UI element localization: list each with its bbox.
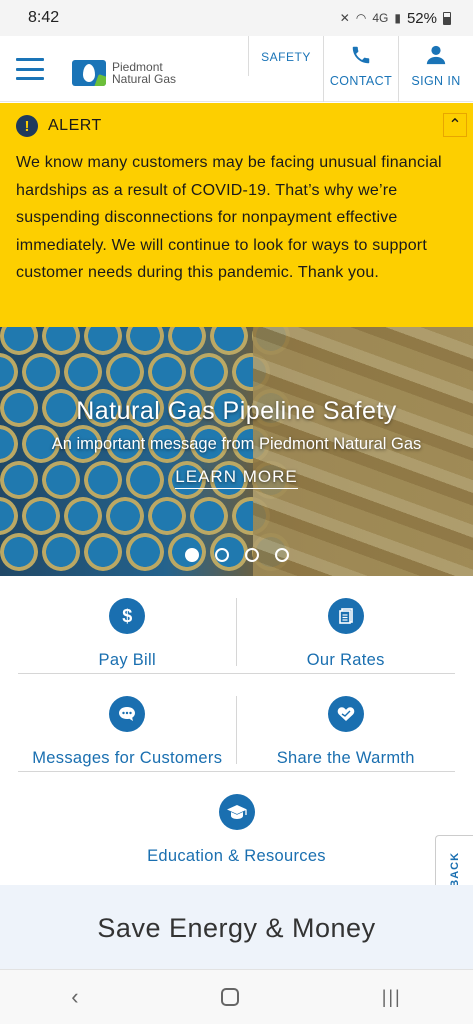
quick-link-label: Pay Bill — [98, 651, 156, 669]
collapse-alert-button[interactable]: ⌃ — [443, 113, 467, 137]
pay-bill-link[interactable]: $ Pay Bill — [18, 576, 237, 673]
back-icon[interactable]: ‹ — [71, 984, 78, 1010]
alert-title: ALERT — [48, 117, 102, 134]
network-label: 4G — [372, 11, 389, 25]
covid-alert-banner: ! ALERT ⌃ We know many customers may be … — [0, 103, 473, 327]
status-bar: 8:42 ✕ ◠ 4G ▮ 52% — [0, 0, 473, 36]
carousel-dot-4[interactable] — [274, 548, 289, 562]
battery-icon — [443, 11, 451, 25]
chevron-up-icon: ⌃ — [448, 117, 462, 134]
quick-link-label: Our Rates — [306, 651, 385, 669]
heart-hands-icon — [327, 696, 364, 732]
save-energy-section: Save Energy & Money — [0, 885, 473, 969]
carousel-dots — [0, 548, 473, 562]
logo-mark-icon — [72, 60, 106, 86]
menu-icon[interactable] — [16, 58, 44, 80]
share-the-warmth-link[interactable]: Share the Warmth — [237, 674, 456, 771]
chat-icon — [109, 696, 146, 732]
sign-in-button[interactable]: SIGN IN — [399, 44, 473, 88]
status-time: 8:42 — [28, 9, 60, 26]
mute-icon: ✕ — [339, 11, 350, 25]
quick-link-label: Messages for Customers — [32, 749, 223, 767]
home-icon[interactable] — [221, 988, 240, 1006]
hero-subtitle: An important message from Piedmont Natur… — [51, 435, 422, 453]
carousel-dot-2[interactable] — [214, 548, 229, 562]
phone-icon — [324, 44, 398, 66]
sign-in-label: SIGN IN — [411, 74, 461, 88]
wifi-icon: ◠ — [355, 11, 367, 25]
signal-icon: ▮ — [394, 11, 401, 25]
battery-percent: 52% — [406, 9, 437, 27]
status-icons: ✕ ◠ 4G ▮ 52% — [340, 10, 451, 27]
alert-body: We know many customers may be facing unu… — [16, 154, 442, 281]
section-title: Save Energy & Money — [97, 913, 376, 943]
our-rates-link[interactable]: Our Rates — [237, 576, 456, 673]
quick-links: $ Pay Bill Our Rates Messages for Custom… — [18, 576, 455, 870]
logo[interactable]: Piedmont Natural Gas — [72, 60, 176, 86]
learn-more-link[interactable]: LEARN MORE — [175, 467, 298, 489]
contact-label: CONTACT — [329, 74, 393, 88]
education-resources-link[interactable]: Education & Resources — [18, 772, 455, 870]
logo-line-2: Natural Gas — [112, 72, 177, 86]
site-header: Piedmont Natural Gas SAFETY CONTACT SIGN… — [0, 36, 473, 102]
carousel-dot-1[interactable] — [184, 548, 199, 562]
hero-carousel[interactable]: Natural Gas Pipeline Safety An important… — [0, 327, 473, 576]
alert-header: ! ALERT — [16, 109, 457, 143]
contact-button[interactable]: CONTACT — [324, 44, 398, 88]
carousel-dot-3[interactable] — [244, 548, 259, 562]
hero-title: Natural Gas Pipeline Safety — [76, 397, 397, 425]
graduation-cap-icon — [218, 794, 255, 830]
safety-link[interactable]: SAFETY — [250, 50, 322, 64]
system-nav-bar: ‹ ||| — [0, 969, 473, 1024]
exclamation-icon: ! — [16, 115, 38, 137]
user-icon — [399, 44, 473, 66]
document-icon — [327, 598, 364, 634]
messages-for-customers-link[interactable]: Messages for Customers — [18, 674, 237, 771]
quick-link-label: Education & Resources — [147, 847, 326, 865]
quick-link-label: Share the Warmth — [276, 749, 415, 767]
recent-apps-icon[interactable]: ||| — [382, 987, 402, 1008]
divider — [248, 36, 249, 76]
dollar-icon: $ — [109, 598, 146, 634]
